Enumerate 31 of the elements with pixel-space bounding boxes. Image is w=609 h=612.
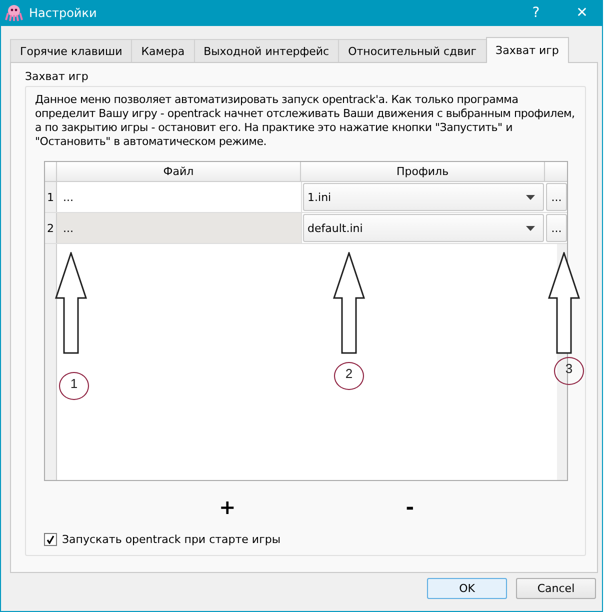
cancel-button[interactable]: Cancel: [516, 578, 596, 599]
annotation-circle: 3: [554, 357, 584, 385]
browse-button[interactable]: ...: [546, 183, 567, 211]
profile-dropdown[interactable]: 1.ini: [302, 183, 544, 211]
arrow-icon: [55, 252, 87, 354]
tab[interactable]: Камера: [131, 39, 195, 62]
ok-button[interactable]: OK: [427, 578, 507, 599]
profile-dropdown[interactable]: default.ini: [302, 214, 544, 242]
octopus-icon: [5, 4, 23, 22]
annotation-circle: 1: [59, 372, 89, 400]
group-title: Захват игр: [25, 69, 90, 85]
caret-icon: [526, 194, 536, 200]
column-header: Профиль: [301, 162, 546, 181]
arrow-icon: [333, 252, 365, 354]
row-number: 1: [45, 182, 57, 212]
remove-button[interactable]: -: [402, 495, 418, 519]
column-header: Файл: [56, 162, 302, 181]
window-title: Настройки: [29, 6, 97, 20]
tab[interactable]: Выходной интерфейс: [194, 39, 340, 62]
row-number: 2: [45, 213, 57, 243]
tab[interactable]: Захват игр: [486, 37, 569, 63]
table-cell: ...: [56, 213, 302, 243]
tab[interactable]: Относительный сдвиг: [338, 39, 487, 62]
browse-button[interactable]: ...: [546, 214, 567, 242]
add-button[interactable]: +: [215, 495, 240, 519]
description-text: Данное меню позволяет автоматизировать запуск opentrack'a. Как только программа определит Вашу игру - opentrack начнет отслеживать Ваши движения с выбранным профилем, а по закрытию игры - остановит его. На практике это нажатие кнопки "Запустить" и "Остановить" в автоматическом режиме.: [35, 93, 575, 149]
caret-icon: [526, 226, 536, 230]
checkbox-label: Запускать opentrack при старте игры: [62, 533, 281, 546]
checkbox[interactable]: [44, 533, 57, 546]
tab[interactable]: Горячие клавиши: [10, 39, 132, 62]
annotation-circle: 2: [334, 362, 364, 390]
